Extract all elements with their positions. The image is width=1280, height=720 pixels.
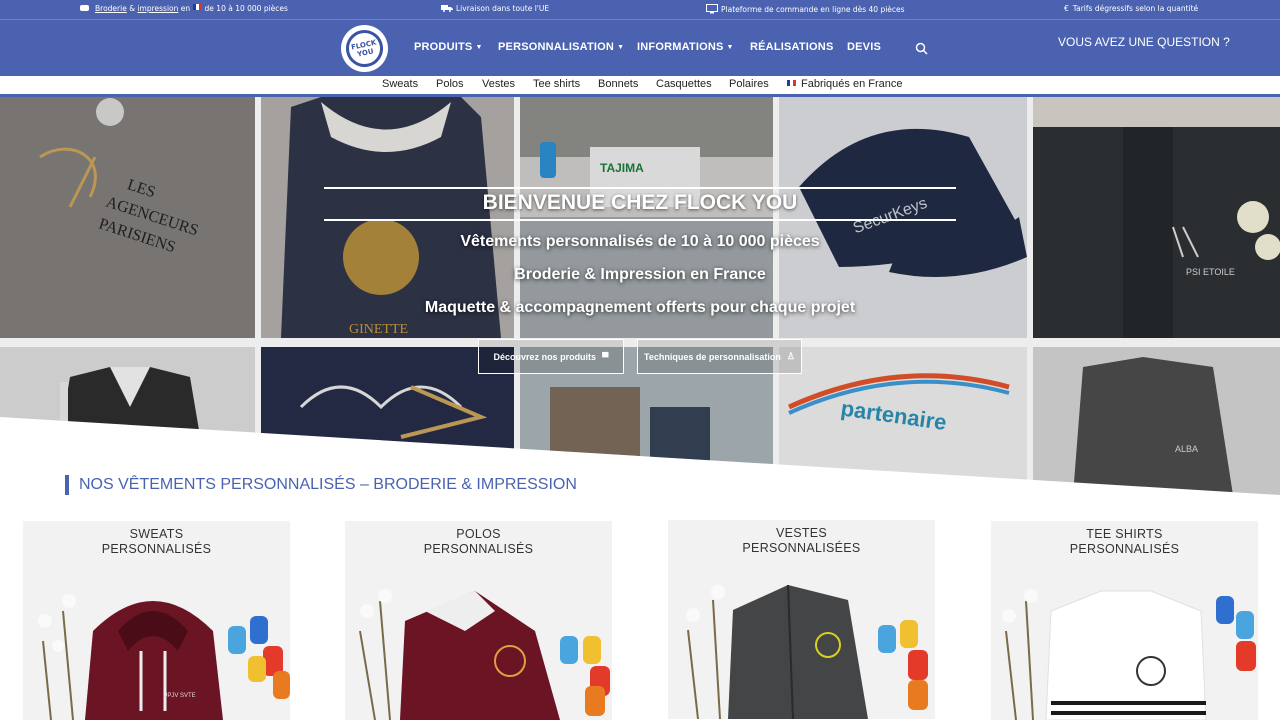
nav-realisations[interactable]: RÉALISATIONS bbox=[750, 41, 833, 53]
nav-personnalisation[interactable]: PERSONNALISATION ▼ bbox=[498, 41, 624, 53]
card-vestes-line2: PERSONNALISÉES bbox=[742, 541, 861, 555]
main-header: FLOCK YOU PRODUITS ▼ PERSONNALISATION ▼ IN… bbox=[0, 19, 1280, 76]
subnav-casquettes[interactable]: Casquettes bbox=[656, 78, 712, 90]
flock-you-logo[interactable]: FLOCK YOU bbox=[341, 25, 388, 72]
topbar-en: en bbox=[180, 4, 191, 13]
card-vestes[interactable]: VESTES PERSONNALISÉES bbox=[668, 520, 935, 719]
top-info-bar: Broderie & impression en de 10 à 10 000 … bbox=[0, 0, 1280, 19]
card-tee-shirts-line2: PERSONNALISÉS bbox=[1069, 542, 1180, 556]
card-vestes-title: VESTES PERSONNALISÉES bbox=[668, 526, 935, 556]
search-icon[interactable] bbox=[915, 42, 928, 55]
subnav-sweats[interactable]: Sweats bbox=[382, 78, 418, 90]
shirt-icon: ▀ bbox=[602, 351, 609, 362]
subnav-tee-shirts[interactable]: Tee shirts bbox=[533, 78, 580, 90]
card-polos-title: POLOS PERSONNALISÉS bbox=[345, 527, 612, 557]
subnav-polos[interactable]: Polos bbox=[436, 78, 464, 90]
nav-produits[interactable]: PRODUITS ▼ bbox=[414, 41, 483, 53]
question-link[interactable]: VOUS AVEZ UNE QUESTION ? bbox=[1058, 35, 1230, 49]
topbar-quantity: de 10 à 10 000 pièces bbox=[204, 4, 288, 13]
subnav-fabriques-label: Fabriqués en France bbox=[801, 78, 903, 90]
card-sweats-line2: PERSONNALISÉS bbox=[101, 542, 212, 556]
hero-title: BIENVENUE CHEZ FLOCK YOU bbox=[482, 191, 798, 214]
subnav-vestes[interactable]: Vestes bbox=[482, 78, 515, 90]
subnav-bonnets[interactable]: Bonnets bbox=[598, 78, 638, 90]
hero-line-2: Broderie & Impression en France bbox=[514, 266, 766, 283]
impression-link[interactable]: impression bbox=[137, 4, 178, 13]
caret-down-icon: ▼ bbox=[617, 44, 625, 51]
topbar-tarifs-text: Tarifs dégressifs selon la quantité bbox=[1072, 4, 1199, 13]
caret-down-icon: ▼ bbox=[726, 44, 734, 51]
section-title: NOS VÊTEMENTS PERSONNALISÉS – BRODERIE &… bbox=[65, 475, 577, 495]
topbar-platform-text: Plateforme de commande en ligne dès 40 p… bbox=[721, 5, 905, 14]
nav-produits-label: PRODUITS bbox=[414, 41, 473, 53]
subnav-polaires[interactable]: Polaires bbox=[729, 78, 769, 90]
card-polos[interactable]: POLOS PERSONNALISÉS bbox=[345, 521, 612, 720]
card-sweats-title: SWEATS PERSONNALISÉS bbox=[23, 527, 290, 557]
topbar-amp: & bbox=[129, 4, 136, 13]
card-vestes-line1: VESTES bbox=[775, 526, 828, 540]
hero-rule-top bbox=[324, 187, 956, 189]
hero-line-1: Vêtements personnalisés de 10 à 10 000 p… bbox=[460, 233, 820, 250]
card-polos-line2: PERSONNALISÉS bbox=[423, 542, 534, 556]
logo-text-2: YOU bbox=[356, 46, 375, 59]
topbar-delivery-text: Livraison dans toute l'UE bbox=[456, 4, 550, 13]
card-tee-shirts-title: TEE SHIRTS PERSONNALISÉS bbox=[991, 527, 1258, 557]
card-sweats[interactable]: UPJV SVTE SWEATS PERSONNALISÉS bbox=[23, 521, 290, 720]
flag-fr-icon bbox=[787, 80, 796, 86]
topbar-tarifs: € Tarifs dégressifs selon la quantité bbox=[1064, 4, 1198, 13]
card-polos-line1: POLOS bbox=[456, 527, 501, 541]
hero-banner: LES AGENCEURS PARISIENS GINETTE TAJIMA S… bbox=[0, 97, 1280, 495]
nav-personnalisation-label: PERSONNALISATION bbox=[498, 41, 615, 53]
badge-icon: ♙ bbox=[786, 351, 795, 361]
hero-line-3: Maquette & accompagnement offerts pour c… bbox=[424, 299, 856, 316]
flock-icon bbox=[80, 5, 89, 11]
nav-devis[interactable]: DEVIS bbox=[847, 41, 881, 53]
broderie-link[interactable]: Broderie bbox=[95, 4, 127, 13]
card-sweats-line1: SWEATS bbox=[129, 527, 184, 541]
techniques-label: Techniques de personnalisation bbox=[644, 351, 781, 362]
card-tee-shirts-line1: TEE SHIRTS bbox=[1086, 527, 1163, 541]
topbar-platform: Plateforme de commande en ligne dès 40 p… bbox=[706, 4, 905, 14]
nav-informations-label: INFORMATIONS bbox=[637, 41, 724, 53]
euro-icon: € bbox=[1064, 4, 1069, 13]
techniques-button[interactable]: Techniques de personnalisation ♙ bbox=[637, 339, 802, 374]
logo-badge-icon: FLOCK YOU bbox=[342, 26, 387, 71]
sweat-print-text: UPJV SVTE bbox=[163, 693, 196, 699]
topbar-broderie: Broderie & impression en de 10 à 10 000 … bbox=[80, 4, 288, 13]
hero-rule-bottom bbox=[324, 219, 956, 221]
discover-products-button[interactable]: Découvrez nos produits ▀ bbox=[478, 339, 624, 374]
monitor-icon bbox=[706, 4, 718, 14]
hero-diagonal-cut bbox=[0, 417, 1280, 495]
flag-fr-icon bbox=[192, 4, 202, 10]
nav-informations[interactable]: INFORMATIONS ▼ bbox=[637, 41, 734, 53]
subnav-fabriques-en-france[interactable]: Fabriqués en France bbox=[787, 78, 903, 90]
category-subnav: Sweats Polos Vestes Tee shirts Bonnets C… bbox=[0, 76, 1280, 94]
card-tee-shirts[interactable]: TEE SHIRTS PERSONNALISÉS bbox=[991, 521, 1258, 720]
truck-icon bbox=[441, 5, 453, 12]
caret-down-icon: ▼ bbox=[475, 44, 483, 51]
discover-products-label: Découvrez nos produits bbox=[493, 351, 597, 362]
topbar-delivery: Livraison dans toute l'UE bbox=[441, 4, 549, 13]
